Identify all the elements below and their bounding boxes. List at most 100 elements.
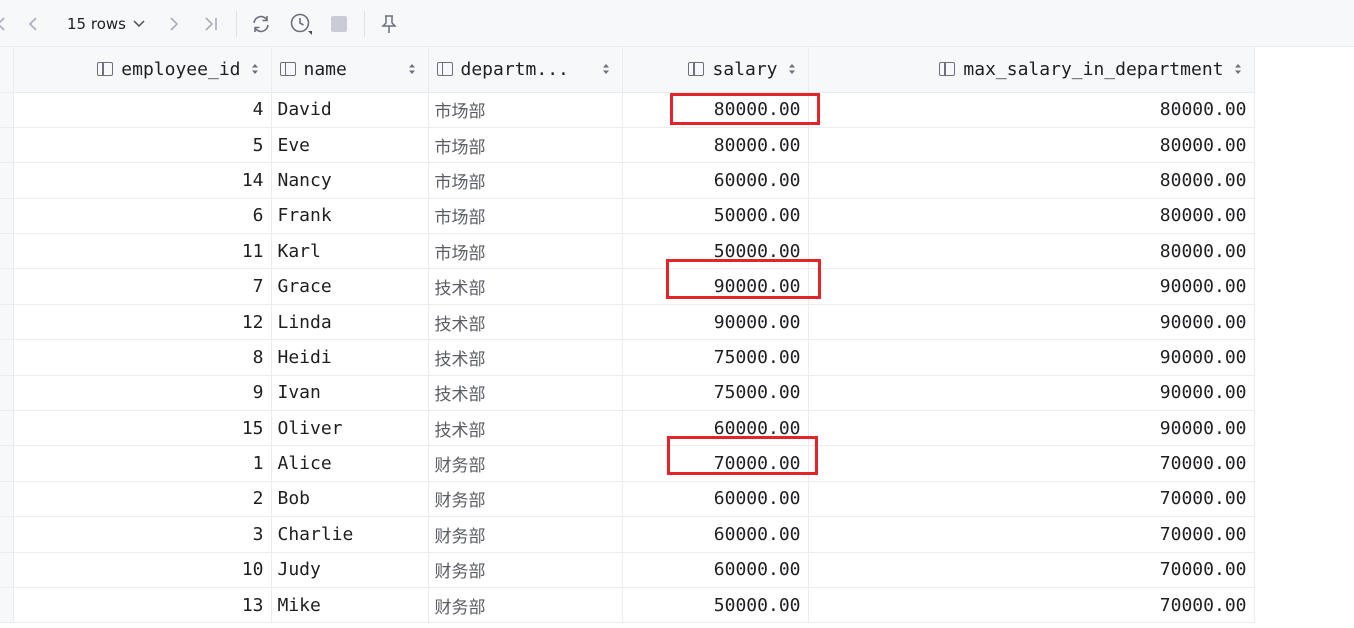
cell-salary[interactable]: 60000.00 xyxy=(622,552,809,588)
cell-department[interactable]: 市场部 xyxy=(428,198,623,235)
cell-salary[interactable]: 60000.00 xyxy=(622,516,809,553)
cell-salary[interactable]: 60000.00 xyxy=(622,410,809,447)
cell-name[interactable]: Linda xyxy=(271,304,429,341)
cell-max-salary[interactable]: 90000.00 xyxy=(808,268,1255,305)
pin-icon[interactable] xyxy=(377,0,401,47)
cell-max-salary[interactable]: 70000.00 xyxy=(808,445,1255,482)
cell-max-salary[interactable]: 90000.00 xyxy=(808,375,1255,412)
cell-department[interactable]: 市场部 xyxy=(428,92,623,128)
cell-employee-id[interactable]: 3 xyxy=(13,516,272,553)
cell-name[interactable]: Alice xyxy=(271,445,429,482)
cell-employee-id[interactable]: 15 xyxy=(13,410,272,447)
cell-employee-id[interactable]: 1 xyxy=(13,445,272,482)
table-row[interactable]: 6 Frank 市场部 50000.00 80000.00 xyxy=(0,198,1255,235)
sort-icon[interactable] xyxy=(788,62,796,76)
table-row[interactable]: 8 Heidi 技术部 75000.00 90000.00 xyxy=(0,339,1255,376)
table-row[interactable]: 10 Judy 财务部 60000.00 70000.00 xyxy=(0,552,1255,588)
cell-department[interactable]: 市场部 xyxy=(428,127,623,164)
cell-max-salary[interactable]: 80000.00 xyxy=(808,92,1255,128)
cell-max-salary[interactable]: 90000.00 xyxy=(808,410,1255,447)
stop-icon[interactable] xyxy=(327,0,351,47)
cell-max-salary[interactable]: 90000.00 xyxy=(808,304,1255,341)
sort-icon[interactable] xyxy=(408,62,416,76)
cell-department[interactable]: 技术部 xyxy=(428,268,623,305)
cell-name[interactable]: Oliver xyxy=(271,410,429,447)
column-header-employee-id[interactable]: employee_id xyxy=(13,47,272,93)
cell-salary[interactable]: 60000.00 xyxy=(622,481,809,518)
cell-department[interactable]: 市场部 xyxy=(428,233,623,270)
column-header-salary[interactable]: salary xyxy=(622,47,809,93)
table-row[interactable]: 12 Linda 技术部 90000.00 90000.00 xyxy=(0,304,1255,341)
cell-max-salary[interactable]: 70000.00 xyxy=(808,481,1255,518)
cell-name[interactable]: David xyxy=(271,92,429,128)
cell-max-salary[interactable]: 70000.00 xyxy=(808,587,1255,624)
column-header-name[interactable]: name xyxy=(271,47,429,93)
cell-salary[interactable]: 75000.00 xyxy=(622,375,809,412)
cell-salary[interactable]: 50000.00 xyxy=(622,233,809,270)
cell-name[interactable]: Karl xyxy=(271,233,429,270)
chevron-right-icon[interactable] xyxy=(163,0,185,47)
cell-salary[interactable]: 90000.00 xyxy=(622,268,809,305)
cell-name[interactable]: Grace xyxy=(271,268,429,305)
cell-salary[interactable]: 50000.00 xyxy=(622,198,809,235)
sort-icon[interactable] xyxy=(1234,62,1242,76)
cell-max-salary[interactable]: 80000.00 xyxy=(808,162,1255,199)
cell-salary[interactable]: 75000.00 xyxy=(622,339,809,376)
table-row[interactable]: 15 Oliver 技术部 60000.00 90000.00 xyxy=(0,410,1255,447)
cell-name[interactable]: Heidi xyxy=(271,339,429,376)
cell-name[interactable]: Frank xyxy=(271,198,429,235)
cell-name[interactable]: Bob xyxy=(271,481,429,518)
refresh-icon[interactable] xyxy=(247,0,275,47)
cell-max-salary[interactable]: 70000.00 xyxy=(808,516,1255,553)
table-row[interactable]: 2 Bob 财务部 60000.00 70000.00 xyxy=(0,481,1255,518)
sort-icon[interactable] xyxy=(251,62,259,76)
cell-name[interactable]: Ivan xyxy=(271,375,429,412)
table-row[interactable]: 11 Karl 市场部 50000.00 80000.00 xyxy=(0,233,1255,270)
rows-count-dropdown[interactable]: 15 rows xyxy=(56,0,156,47)
table-row[interactable]: 4 David 市场部 80000.00 80000.00 xyxy=(0,92,1255,128)
sort-icon[interactable] xyxy=(602,62,610,76)
cell-max-salary[interactable]: 70000.00 xyxy=(808,552,1255,588)
cell-employee-id[interactable]: 12 xyxy=(13,304,272,341)
table-row[interactable]: 5 Eve 市场部 80000.00 80000.00 xyxy=(0,127,1255,164)
table-row[interactable]: 7 Grace 技术部 90000.00 90000.00 xyxy=(0,268,1255,305)
chevron-left-icon[interactable] xyxy=(0,0,8,47)
cell-salary[interactable]: 70000.00 xyxy=(622,445,809,482)
last-page-icon[interactable] xyxy=(198,0,224,47)
cell-max-salary[interactable]: 80000.00 xyxy=(808,233,1255,270)
cell-employee-id[interactable]: 14 xyxy=(13,162,272,199)
cell-salary[interactable]: 80000.00 xyxy=(622,127,809,164)
cell-department[interactable]: 财务部 xyxy=(428,516,623,553)
cell-salary[interactable]: 50000.00 xyxy=(622,587,809,624)
cell-max-salary[interactable]: 80000.00 xyxy=(808,127,1255,164)
cell-employee-id[interactable]: 7 xyxy=(13,268,272,305)
cell-name[interactable]: Nancy xyxy=(271,162,429,199)
cell-salary[interactable]: 80000.00 xyxy=(622,92,809,128)
chevron-left-icon[interactable] xyxy=(22,0,44,47)
cell-department[interactable]: 技术部 xyxy=(428,304,623,341)
cell-department[interactable]: 技术部 xyxy=(428,410,623,447)
cell-employee-id[interactable]: 4 xyxy=(13,92,272,128)
cell-name[interactable]: Eve xyxy=(271,127,429,164)
cell-employee-id[interactable]: 5 xyxy=(13,127,272,164)
cell-employee-id[interactable]: 9 xyxy=(13,375,272,412)
cell-employee-id[interactable]: 2 xyxy=(13,481,272,518)
cell-department[interactable]: 财务部 xyxy=(428,481,623,518)
cell-max-salary[interactable]: 90000.00 xyxy=(808,339,1255,376)
cell-name[interactable]: Mike xyxy=(271,587,429,624)
cell-department[interactable]: 技术部 xyxy=(428,339,623,376)
cell-department[interactable]: 财务部 xyxy=(428,552,623,588)
cell-department[interactable]: 财务部 xyxy=(428,445,623,482)
table-row[interactable]: 14 Nancy 市场部 60000.00 80000.00 xyxy=(0,162,1255,199)
table-row[interactable]: 1 Alice 财务部 70000.00 70000.00 xyxy=(0,445,1255,482)
cell-employee-id[interactable]: 10 xyxy=(13,552,272,588)
table-row[interactable]: 3 Charlie 财务部 60000.00 70000.00 xyxy=(0,516,1255,553)
column-header-department[interactable]: departm... xyxy=(428,47,623,93)
table-row[interactable]: 13 Mike 财务部 50000.00 70000.00 xyxy=(0,587,1255,624)
column-header-max-salary-in-department[interactable]: max_salary_in_department xyxy=(808,47,1255,93)
cell-name[interactable]: Charlie xyxy=(271,516,429,553)
cell-salary[interactable]: 90000.00 xyxy=(622,304,809,341)
cell-employee-id[interactable]: 13 xyxy=(13,587,272,624)
history-icon[interactable] xyxy=(286,0,316,47)
cell-name[interactable]: Judy xyxy=(271,552,429,588)
